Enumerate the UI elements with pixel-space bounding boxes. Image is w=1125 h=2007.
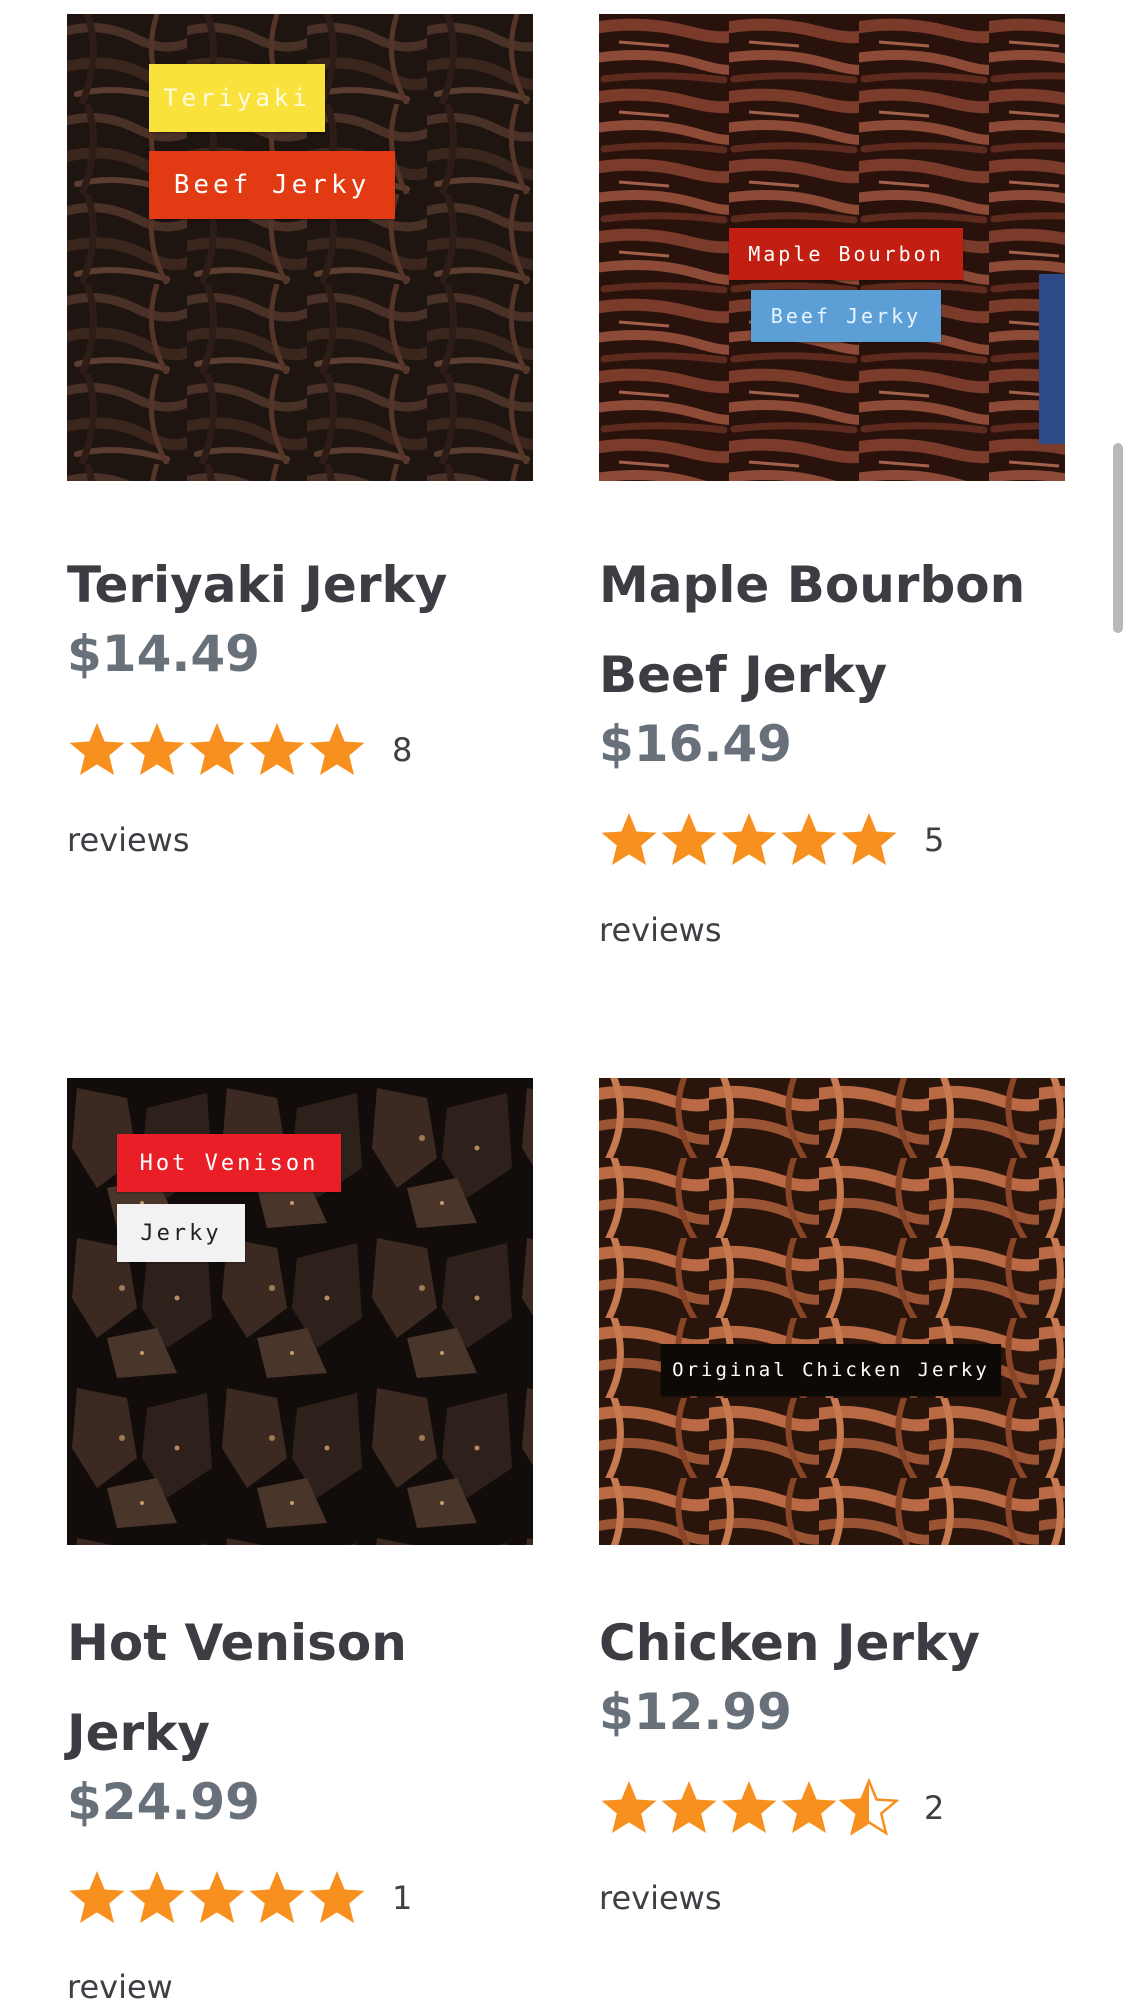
image-label-1: Hot Venison	[117, 1134, 341, 1192]
product-image[interactable]: Hot Venison Jerky	[67, 1078, 533, 1545]
product-title[interactable]: Maple Bourbon Beef Jerky	[599, 540, 1069, 720]
star-icon	[601, 1781, 657, 1833]
product-card[interactable]: Maple Bourbon Beef Jerky Maple Bourbon B…	[599, 14, 1065, 974]
half-star-icon	[840, 1779, 898, 1835]
star-icon	[781, 813, 837, 865]
review-count: 5	[924, 821, 945, 859]
star-icon	[129, 1871, 185, 1923]
star-icon	[189, 1871, 245, 1923]
product-title[interactable]: Chicken Jerky	[599, 1598, 1069, 1688]
review-count: 1	[392, 1879, 413, 1917]
image-label-1: Teriyaki	[149, 64, 325, 132]
image-label-2: Beef Jerky	[149, 151, 395, 219]
product-title[interactable]: Hot Venison Jerky	[67, 1598, 537, 1778]
star-rating[interactable]	[67, 720, 367, 780]
product-price: $24.99	[67, 1773, 260, 1831]
star-icon	[69, 723, 125, 775]
star-icon	[841, 813, 897, 865]
scrollbar-thumb[interactable]	[1113, 443, 1123, 633]
star-icon	[661, 813, 717, 865]
star-rating[interactable]	[599, 1778, 899, 1838]
product-photo	[599, 1078, 1065, 1545]
product-price: $14.49	[67, 625, 260, 683]
product-image[interactable]: Original Chicken Jerky	[599, 1078, 1065, 1545]
star-icon	[129, 723, 185, 775]
star-icon	[249, 1871, 305, 1923]
star-icon	[781, 1781, 837, 1833]
star-icon	[309, 1871, 365, 1923]
star-rating[interactable]	[67, 1868, 367, 1928]
review-label: reviews	[599, 1879, 722, 1917]
review-label: reviews	[67, 821, 190, 859]
image-label-2: Beef Jerky	[751, 290, 941, 342]
review-label: reviews	[599, 911, 722, 949]
image-label-1: Maple Bourbon	[729, 228, 963, 280]
product-price: $12.99	[599, 1683, 792, 1741]
product-price: $16.49	[599, 715, 792, 773]
product-image[interactable]: Teriyaki Beef Jerky	[67, 14, 533, 481]
star-icon	[249, 723, 305, 775]
image-label-2: Jerky	[117, 1204, 245, 1262]
review-count: 2	[924, 1789, 945, 1827]
star-rating[interactable]	[599, 810, 899, 870]
review-count: 8	[392, 731, 413, 769]
star-icon	[721, 1781, 777, 1833]
product-card[interactable]: Teriyaki Beef Jerky Teriyaki Jerky $14.4…	[67, 14, 533, 894]
star-icon	[721, 813, 777, 865]
product-card[interactable]: Hot Venison Jerky Hot Venison Jerky $24.…	[67, 1078, 533, 2006]
star-icon	[189, 723, 245, 775]
product-image[interactable]: Maple Bourbon Beef Jerky	[599, 14, 1065, 481]
star-icon	[309, 723, 365, 775]
product-title[interactable]: Teriyaki Jerky	[67, 540, 537, 630]
product-card[interactable]: Original Chicken Jerky Chicken Jerky $12…	[599, 1078, 1065, 1958]
star-icon	[661, 1781, 717, 1833]
star-icon	[601, 813, 657, 865]
star-icon	[69, 1871, 125, 1923]
review-label: review	[67, 1968, 173, 2006]
image-label-1: Original Chicken Jerky	[661, 1344, 1001, 1396]
